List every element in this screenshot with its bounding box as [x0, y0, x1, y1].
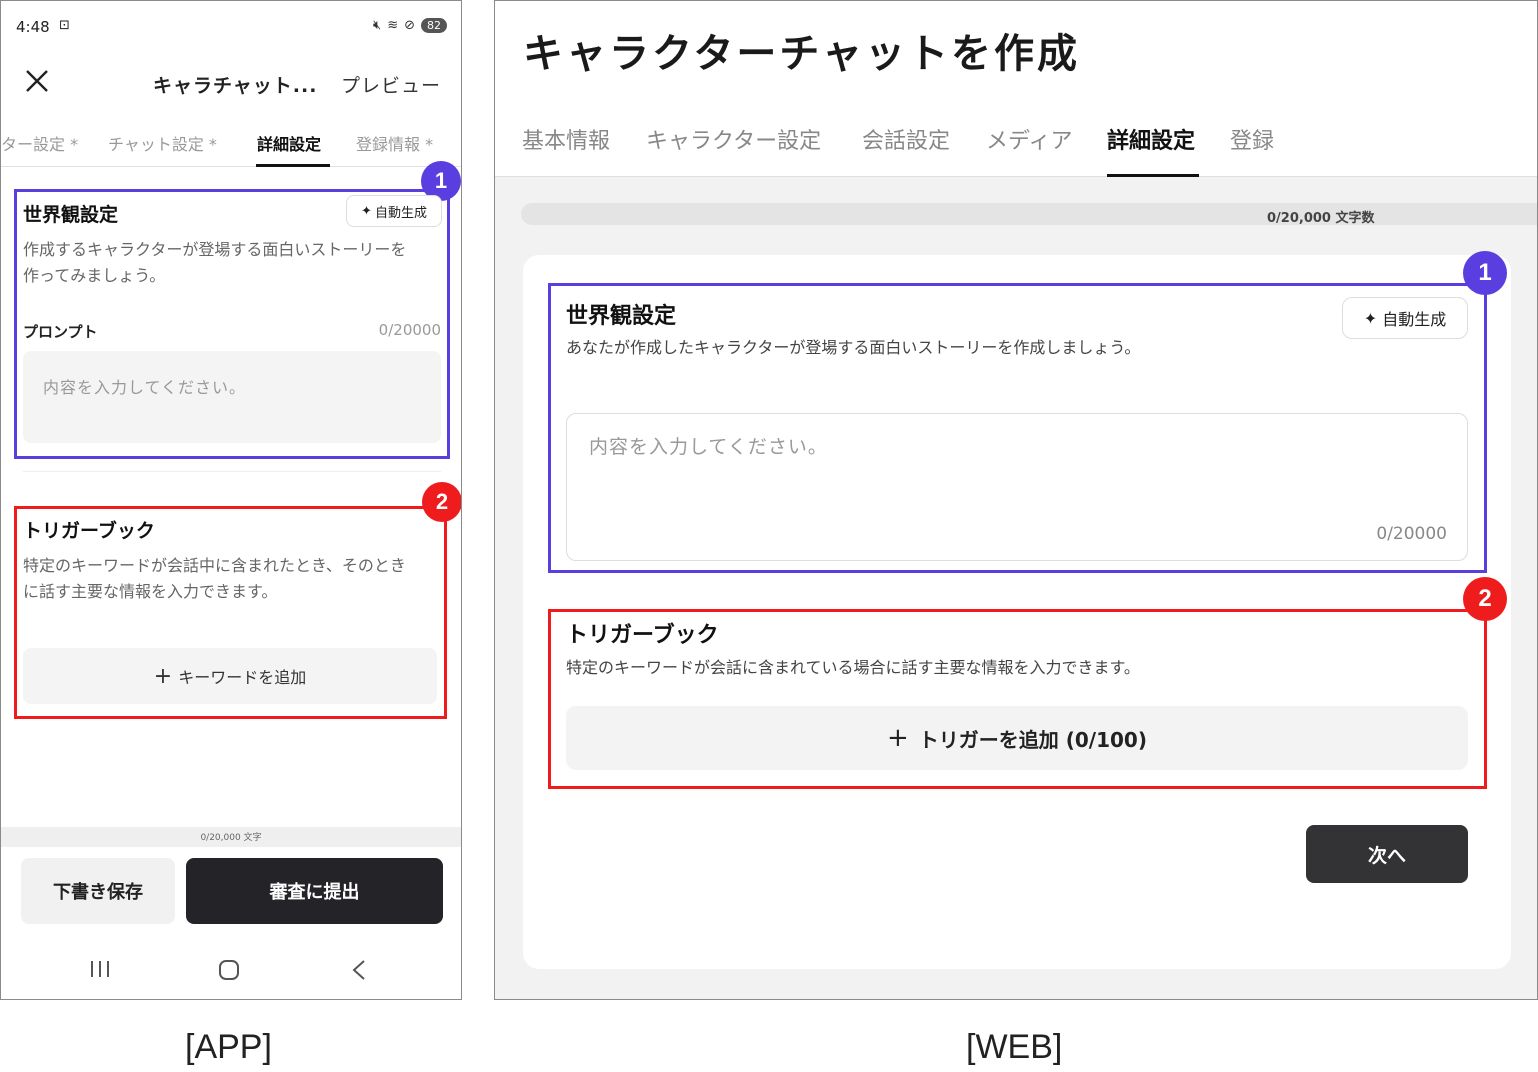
screenshot-icon: ⊡ — [59, 18, 70, 33]
app-caption: [APP] — [185, 1028, 272, 1066]
char-count-bar: 0/20,000 文字数 — [521, 203, 1537, 226]
trigger-book-title: トリガーブック — [23, 520, 155, 542]
close-icon[interactable] — [23, 67, 51, 95]
sparkle-icon: ✦ — [1363, 308, 1378, 328]
world-desc-line2: 作ってみましょう。 — [23, 265, 166, 285]
android-nav-bar — [1, 946, 461, 996]
sparkle-icon: ✦ — [361, 203, 372, 219]
trigger-book-title: トリガーブック — [566, 623, 719, 648]
status-icons: 🔇︎ ≋ ⊘ 82 — [373, 18, 447, 33]
auto-generate-label: 自動生成 — [1382, 310, 1447, 329]
tab-registration-info[interactable]: 登録情報 * — [356, 131, 433, 155]
world-desc-line1: 作成するキャラクターが登場する面白いストーリーを — [23, 240, 407, 259]
world-setting-title: 世界観設定 — [23, 204, 119, 226]
world-prompt-input[interactable]: 内容を入力してください。 — [23, 351, 441, 443]
prompt-char-count: 0/20000 — [1376, 524, 1447, 544]
tab-character-settings[interactable]: ター設定 * — [1, 131, 78, 155]
battery-icon: 82 — [421, 18, 447, 33]
active-tab-indicator — [1107, 174, 1199, 177]
total-char-count: 0/20,000 文字 — [200, 833, 262, 843]
plus-icon: + — [153, 663, 173, 689]
trigger-book-description: 特定のキーワードが会話中に含まれたとき、そのとき に話す主要な情報を入力できます… — [23, 553, 443, 604]
add-trigger-button[interactable]: + トリガーを追加 (0/100) — [566, 706, 1468, 770]
wifi-icon: ≋ — [387, 18, 399, 33]
recent-apps-icon[interactable] — [89, 958, 111, 980]
tab-basic-info[interactable]: 基本情報 — [522, 123, 610, 155]
trigger-desc-line1: 特定のキーワードが会話中に含まれたとき、そのとき — [23, 556, 406, 575]
tab-detail-settings[interactable]: 詳細設定 — [257, 131, 321, 155]
input-placeholder: 内容を入力してください。 — [589, 436, 828, 458]
app-tabs: ター設定 * チャット設定 * 詳細設定 登録情報 * — [1, 119, 461, 167]
active-tab-indicator — [256, 164, 330, 167]
status-time: 4:48 — [16, 18, 50, 36]
status-bar: 4:48 ⊡ 🔇︎ ≋ ⊘ 82 — [1, 1, 461, 53]
add-keyword-label: キーワードを追加 — [178, 668, 307, 687]
tab-detail-settings[interactable]: 詳細設定 — [1107, 123, 1195, 155]
signal-icon: ⊘ — [404, 18, 415, 33]
auto-generate-label: 自動生成 — [374, 205, 427, 221]
web-screen: キャラクターチャットを作成 基本情報 キャラクター設定 会話設定 メディア 詳細… — [494, 0, 1538, 1000]
web-header: キャラクターチャットを作成 基本情報 キャラクター設定 会話設定 メディア 詳細… — [495, 1, 1537, 177]
add-trigger-label: トリガーを追加 (0/100) — [918, 727, 1147, 752]
tab-character-settings[interactable]: キャラクター設定 — [646, 123, 821, 155]
tab-media[interactable]: メディア — [986, 123, 1072, 155]
app-top-bar: キャラチャット... プレビュー — [1, 53, 461, 111]
input-placeholder: 内容を入力してください。 — [43, 378, 247, 397]
trigger-book-description: 特定のキーワードが会話に含まれている場合に話す主要な情報を入力できます。 — [566, 658, 1140, 677]
page-title: キャラチャット... — [153, 75, 318, 97]
plus-icon: + — [886, 723, 909, 753]
prompt-label: プロンプト — [23, 323, 98, 341]
world-setting-description: あなたが作成したキャラクターが登場する面白いストーリーを作成しましょう。 — [566, 338, 1141, 357]
save-draft-button[interactable]: 下書き保存 — [21, 858, 175, 924]
tab-conversation-settings[interactable]: 会話設定 — [862, 123, 950, 155]
page-title: キャラクターチャットを作成 — [523, 31, 1080, 77]
tab-registration[interactable]: 登録 — [1230, 123, 1274, 155]
home-icon[interactable] — [217, 958, 241, 982]
world-setting-description: 作成するキャラクターが登場する面白いストーリーを 作ってみましょう。 — [23, 237, 443, 288]
prompt-char-count: 0/20000 — [378, 321, 441, 339]
next-button[interactable]: 次へ — [1306, 825, 1468, 883]
add-keyword-button[interactable]: + キーワードを追加 — [23, 648, 437, 704]
world-setting-title: 世界観設定 — [566, 304, 677, 329]
world-prompt-input[interactable]: 内容を入力してください。 0/20000 — [566, 413, 1468, 561]
char-count-bar: 0/20,000 文字 — [1, 827, 461, 847]
web-caption: [WEB] — [966, 1028, 1063, 1066]
callout-badge-2: 2 — [1463, 577, 1507, 621]
preview-button[interactable]: プレビュー — [341, 71, 441, 98]
section-divider — [23, 471, 441, 472]
auto-generate-button[interactable]: ✦ 自動生成 — [1342, 297, 1468, 339]
mute-icon: 🔇︎ — [372, 18, 382, 33]
callout-badge-2: 2 — [422, 482, 461, 522]
trigger-desc-line2: に話す主要な情報を入力できます。 — [23, 581, 278, 601]
auto-generate-button[interactable]: ✦ 自動生成 — [346, 195, 442, 227]
callout-badge-1: 1 — [1463, 251, 1507, 295]
app-screen: 4:48 ⊡ 🔇︎ ≋ ⊘ 82 キャラチャット... プレビュー ター設定 *… — [0, 0, 462, 1000]
back-icon[interactable] — [349, 958, 369, 982]
submit-review-button[interactable]: 審査に提出 — [186, 858, 443, 924]
total-char-count: 0/20,000 文字数 — [1267, 211, 1375, 226]
tab-chat-settings[interactable]: チャット設定 * — [108, 131, 217, 155]
